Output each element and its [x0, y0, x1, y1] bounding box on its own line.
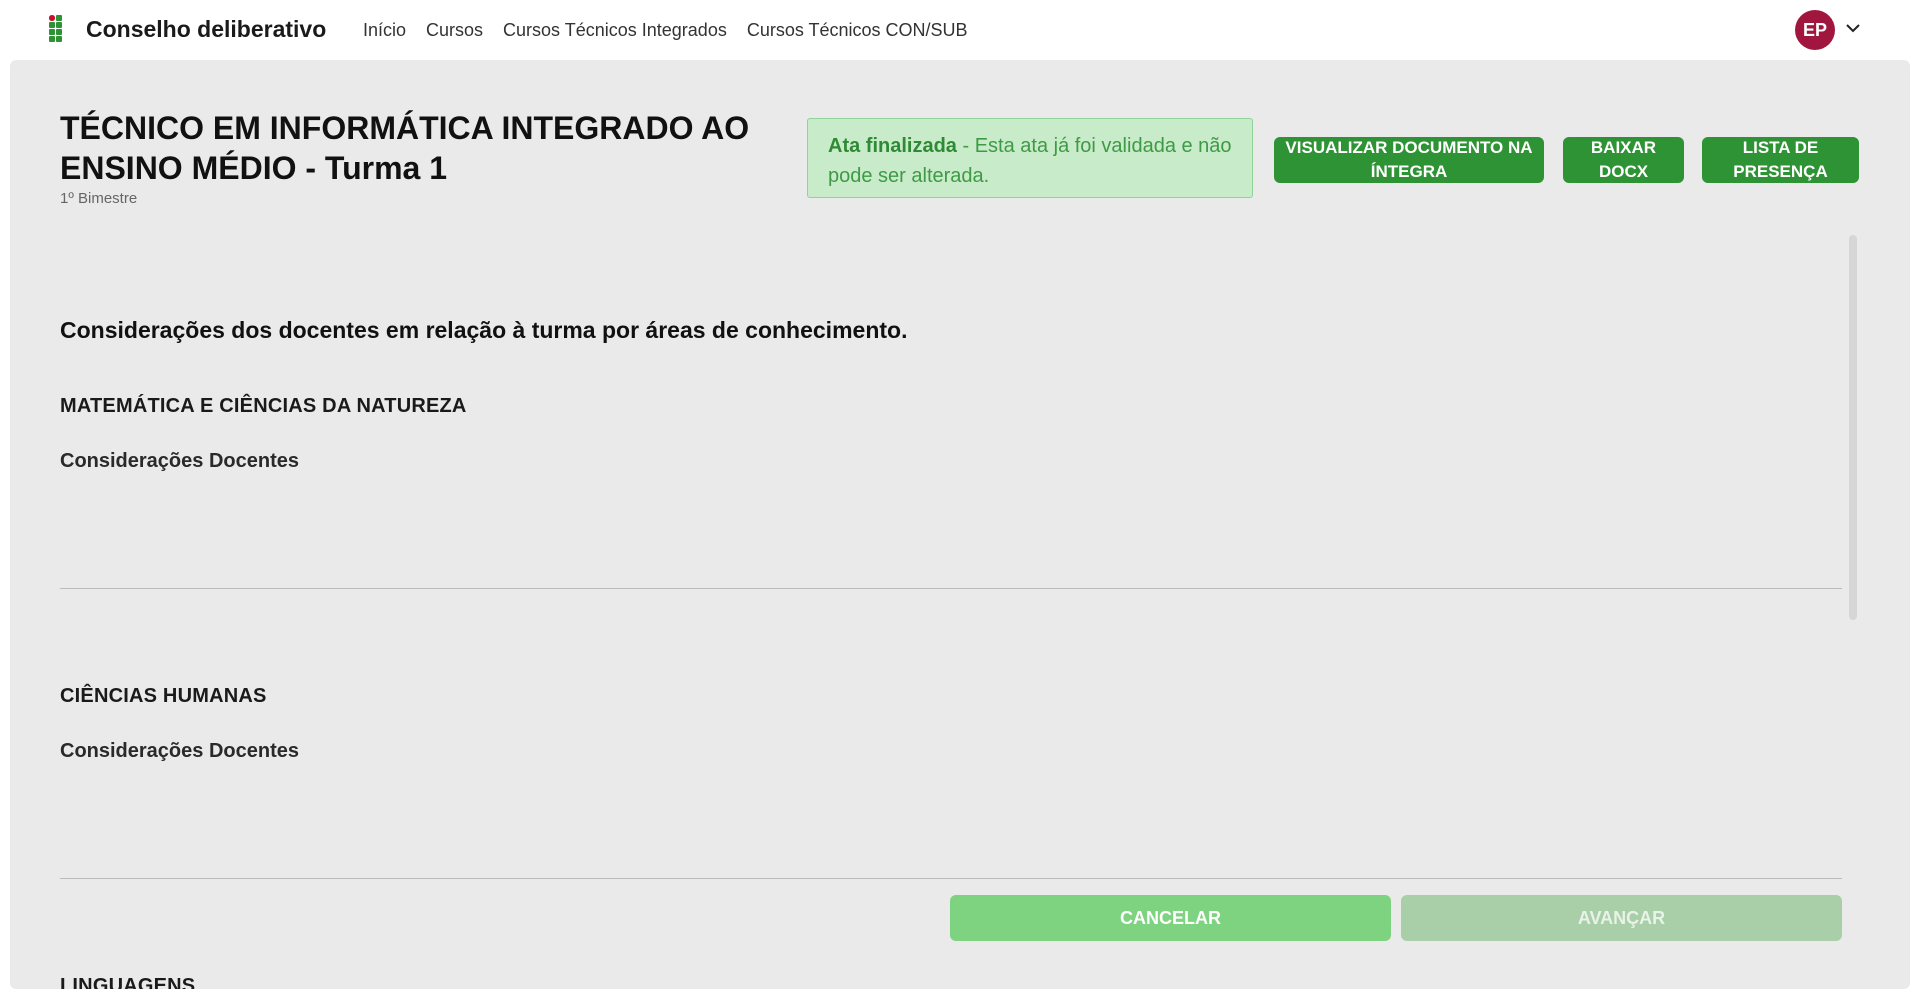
- considerations-label: Considerações Docentes: [60, 740, 299, 762]
- main-nav: Início Cursos Cursos Técnicos Integrados…: [363, 20, 968, 41]
- area-title-humanas: CIÊNCIAS HUMANAS: [60, 685, 267, 707]
- cancel-button[interactable]: CANCELAR: [950, 895, 1391, 941]
- alert-status: Ata finalizada: [828, 135, 957, 157]
- divider: [60, 878, 1842, 879]
- user-avatar[interactable]: EP: [1795, 10, 1835, 50]
- institution-logo-icon[interactable]: [49, 15, 73, 45]
- nav-item-cursos-tecnicos-con-sub[interactable]: Cursos Técnicos CON/SUB: [747, 20, 968, 41]
- area-title-matematica: MATEMÁTICA E CIÊNCIAS DA NATUREZA: [60, 395, 467, 417]
- next-button[interactable]: AVANÇAR: [1401, 895, 1842, 941]
- status-alert: Ata finalizada - Esta ata já foi validad…: [807, 118, 1253, 198]
- nav-item-cursos-tecnicos-integrados[interactable]: Cursos Técnicos Integrados: [503, 20, 727, 41]
- top-navbar: Conselho deliberativo Início Cursos Curs…: [0, 0, 1918, 60]
- considerations-label: Considerações Docentes: [60, 450, 299, 472]
- download-docx-button[interactable]: BAIXAR DOCX: [1563, 137, 1684, 183]
- nav-item-inicio[interactable]: Início: [363, 20, 406, 41]
- period-label: 1º Bimestre: [60, 190, 138, 207]
- section-heading: Considerações dos docentes em relação à …: [60, 317, 908, 343]
- areas-scroll-area[interactable]: Considerações dos docentes em relação à …: [10, 235, 1910, 989]
- area-title-linguagens: LINGUAGENS: [60, 975, 196, 989]
- nav-item-cursos[interactable]: Cursos: [426, 20, 483, 41]
- chevron-down-icon[interactable]: [1844, 19, 1862, 37]
- divider: [60, 588, 1842, 589]
- page-title: TÉCNICO EM INFORMÁTICA INTEGRADO AO ENSI…: [60, 110, 750, 186]
- meeting-minutes-card: TÉCNICO EM INFORMÁTICA INTEGRADO AO ENSI…: [10, 60, 1910, 989]
- view-full-document-button[interactable]: VISUALIZAR DOCUMENTO NA ÍNTEGRA: [1274, 137, 1544, 183]
- attendance-list-button[interactable]: LISTA DE PRESENÇA: [1702, 137, 1859, 183]
- scrollbar[interactable]: [1849, 235, 1857, 620]
- app-title[interactable]: Conselho deliberativo: [86, 16, 326, 43]
